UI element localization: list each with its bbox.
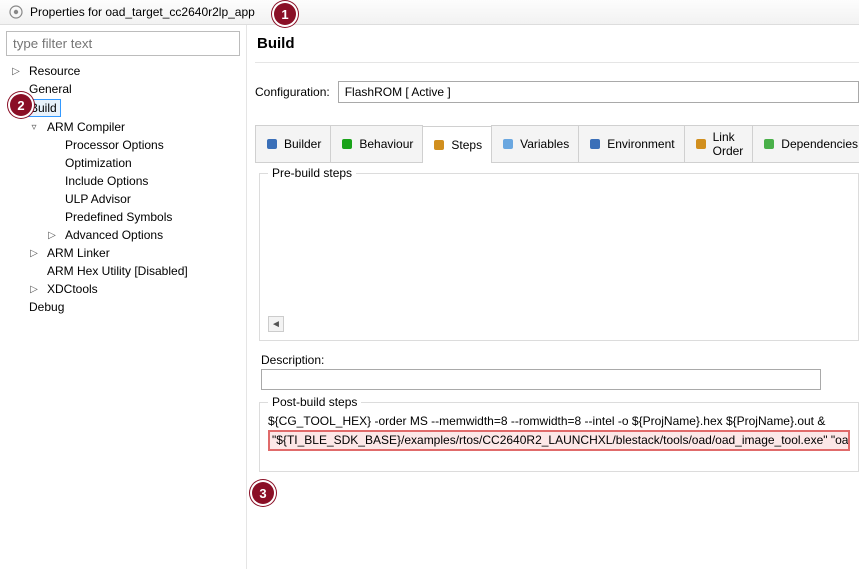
configuration-label: Configuration: (255, 85, 330, 99)
tab-label: Steps (451, 138, 482, 152)
tree-item-label: Advanced Options (62, 227, 166, 243)
tree-item-label: Debug (26, 299, 67, 315)
tab-builder[interactable]: Builder (255, 125, 331, 162)
app-icon (8, 4, 24, 20)
tab-label: Dependencies (781, 137, 858, 151)
variables-icon (501, 137, 515, 151)
callout-2: 2 (8, 92, 34, 118)
tree-item-label: ARM Compiler (44, 119, 128, 135)
expander-icon[interactable]: ▷ (28, 248, 40, 259)
tab-label: Environment (607, 137, 674, 151)
steps-icon (432, 138, 446, 152)
post-build-line-2[interactable]: "${TI_BLE_SDK_BASE}/examples/rtos/CC2640… (268, 430, 850, 456)
expander-icon[interactable]: ▿ (28, 122, 40, 133)
pre-build-legend: Pre-build steps (268, 166, 356, 180)
tree-item[interactable]: ▷ Resource (6, 62, 240, 80)
pre-build-steps: Pre-build steps ◄ (259, 173, 859, 341)
nav-tree: ▷ Resource General▿Build ▿ ARM Compiler Proce… (6, 62, 240, 316)
expander-icon[interactable]: ▷ (10, 66, 22, 77)
page-title: Build (257, 35, 859, 52)
tree-item-label: Optimization (62, 155, 135, 171)
tree-item[interactable]: ULP Advisor (6, 190, 240, 208)
tab-bar: Builder Behaviour Steps Variables Environmen… (255, 125, 859, 163)
tree-item[interactable]: ▷ XDCtools (6, 280, 240, 298)
filter-input[interactable] (6, 31, 240, 56)
tree-item[interactable]: Optimization (6, 154, 240, 172)
configuration-select[interactable]: FlashROM [ Active ] (338, 81, 859, 103)
tab-environment[interactable]: Environment (578, 125, 684, 162)
tree-item-label: Resource (26, 63, 83, 79)
tab-dependencies[interactable]: Dependencies (752, 125, 859, 162)
window-title: Properties for oad_target_cc2640r2lp_app (30, 5, 255, 19)
tab-label: Link Order (713, 130, 744, 158)
tab-link-order[interactable]: Link Order (684, 125, 754, 162)
expander-icon[interactable]: ▷ (28, 284, 40, 295)
configuration-row: Configuration: FlashROM [ Active ] (255, 81, 859, 103)
callout-1: 1 (272, 1, 298, 27)
tree-item-label: ULP Advisor (62, 191, 134, 207)
tree-item[interactable]: ▷ Advanced Options (6, 226, 240, 244)
tree-item[interactable]: Include Options (6, 172, 240, 190)
post-build-steps: Post-build steps ${CG_TOOL_HEX} -order M… (259, 402, 859, 472)
dependencies-icon (762, 137, 776, 151)
behaviour-icon (340, 137, 354, 151)
tree-item[interactable]: ▿Build (6, 98, 240, 118)
tree-item[interactable]: ▷ ARM Linker (6, 244, 240, 262)
tab-steps[interactable]: Steps (422, 126, 492, 163)
tree-item[interactable]: Processor Options (6, 136, 240, 154)
tab-variables[interactable]: Variables (491, 125, 579, 162)
sidebar: ▷ Resource General▿Build ▿ ARM Compiler Proce… (0, 25, 247, 569)
builder-icon (265, 137, 279, 151)
tab-label: Builder (284, 137, 321, 151)
description-label: Description: (261, 353, 859, 367)
link-order-icon (694, 137, 708, 151)
scroll-left-button[interactable]: ◄ (268, 316, 284, 332)
description-input[interactable] (261, 369, 821, 390)
separator (255, 62, 859, 63)
tree-item[interactable]: General (6, 80, 240, 98)
tab-label: Variables (520, 137, 569, 151)
title-bar: Properties for oad_target_cc2640r2lp_app (0, 0, 859, 25)
tree-item[interactable]: ▿ ARM Compiler (6, 118, 240, 136)
tree-item-label: General (26, 81, 75, 97)
environment-icon (588, 137, 602, 151)
post-build-line-1: ${CG_TOOL_HEX} -order MS --memwidth=8 --… (268, 413, 850, 430)
tree-item[interactable]: Predefined Symbols (6, 208, 240, 226)
post-build-legend: Post-build steps (268, 395, 361, 409)
tree-item[interactable]: Debug (6, 298, 240, 316)
callout-3: 3 (250, 480, 276, 506)
tree-item-label: Processor Options (62, 137, 167, 153)
main-pane: Build Configuration: FlashROM [ Active ]… (247, 25, 859, 569)
tab-behaviour[interactable]: Behaviour (330, 125, 423, 162)
tree-item-label: ARM Hex Utility [Disabled] (44, 263, 191, 279)
tab-label: Behaviour (359, 137, 413, 151)
expander-icon[interactable]: ▷ (46, 230, 58, 241)
tree-item-label: ARM Linker (44, 245, 113, 261)
tree-item-label: XDCtools (44, 281, 101, 297)
tree-item-label: Predefined Symbols (62, 209, 175, 225)
tree-item-label: Include Options (62, 173, 151, 189)
tree-item[interactable]: ARM Hex Utility [Disabled] (6, 262, 240, 280)
